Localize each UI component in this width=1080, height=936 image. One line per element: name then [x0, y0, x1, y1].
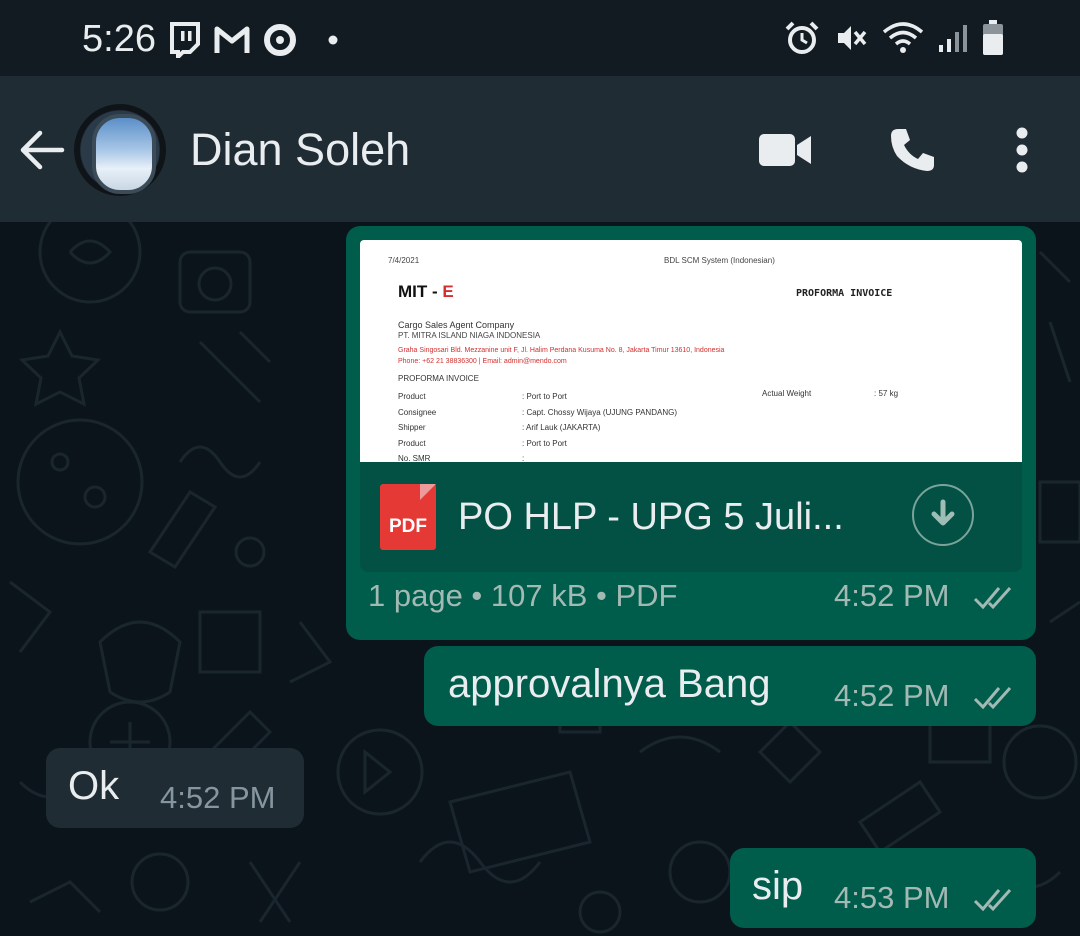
- message-bubble-incoming[interactable]: Ok 4:52 PM: [46, 748, 304, 828]
- voice-call-icon[interactable]: [884, 120, 940, 180]
- back-arrow-icon[interactable]: [18, 128, 66, 172]
- dot-icon: [328, 35, 338, 45]
- preview-labels: Product Consignee Shipper Product No. SM…: [398, 392, 437, 462]
- more-options-icon[interactable]: [1008, 120, 1036, 180]
- wifi-icon: [882, 22, 924, 54]
- video-call-icon[interactable]: [756, 120, 814, 180]
- preview-logo: MIT - E: [398, 282, 454, 301]
- preview-system: BDL SCM System (Indonesian): [664, 256, 775, 265]
- message-text: Ok: [68, 764, 120, 808]
- pdf-file-icon: PDF: [380, 484, 436, 550]
- status-time: 5:26: [82, 18, 156, 60]
- chat-header: Dian Soleh: [0, 76, 1080, 222]
- signal-icon: [938, 23, 968, 53]
- twitch-icon: [168, 22, 202, 58]
- message-bubble-document[interactable]: 7/4/2021 BDL SCM System (Indonesian) MIT…: [346, 226, 1036, 640]
- alarm-icon: [784, 20, 820, 56]
- message-text: sip: [752, 864, 804, 908]
- document-preview[interactable]: 7/4/2021 BDL SCM System (Indonesian) MIT…: [360, 240, 1022, 462]
- battery-icon: [982, 20, 1004, 56]
- message-time: 4:52 PM: [834, 678, 950, 713]
- gmail-icon: [214, 25, 250, 55]
- contact-name[interactable]: Dian Soleh: [190, 124, 410, 176]
- document-file-row[interactable]: PDF PO HLP - UPG 5 Juli...: [360, 462, 1022, 572]
- message-time: 4:53 PM: [834, 880, 950, 915]
- preview-values: : Port to Port : Capt. Chossy Wijaya (UJ…: [522, 392, 677, 462]
- vibrate-mute-icon: [834, 21, 868, 55]
- preview-weight-label: Actual Weight: [762, 389, 812, 398]
- preview-contact: Phone: +62 21 38836300 | Email: admin@me…: [398, 358, 567, 365]
- preview-date: 7/4/2021: [388, 256, 420, 265]
- message-bubble-outgoing[interactable]: sip 4:53 PM: [730, 848, 1036, 928]
- target-app-icon: [262, 22, 298, 58]
- preview-company: Cargo Sales Agent Company: [398, 320, 515, 330]
- preview-company-legal: PT. MITRA ISLAND NIAGA INDONESIA: [398, 331, 541, 340]
- status-bar: 5:26: [0, 0, 1080, 76]
- message-time: 4:52 PM: [834, 578, 950, 613]
- file-name: PO HLP - UPG 5 Juli...: [458, 496, 844, 538]
- download-icon[interactable]: [912, 484, 974, 546]
- preview-title: PROFORMA INVOICE: [796, 288, 893, 299]
- read-receipt-icon: [972, 584, 1016, 617]
- message-bubble-outgoing[interactable]: approvalnya Bang 4:52 PM: [424, 646, 1036, 726]
- avatar[interactable]: [74, 104, 166, 196]
- preview-weight-value: : 57 kg: [874, 389, 899, 398]
- read-receipt-icon: [972, 684, 1016, 717]
- read-receipt-icon: [972, 886, 1016, 919]
- chat-area[interactable]: 7/4/2021 BDL SCM System (Indonesian) MIT…: [0, 222, 1080, 936]
- message-time: 4:52 PM: [160, 780, 276, 815]
- message-text: approvalnya Bang: [448, 662, 771, 706]
- preview-address: Graha Singosari Bld. Mezzanine unit F, J…: [398, 347, 725, 354]
- document-meta: 1 page • 107 kB • PDF: [368, 578, 678, 613]
- preview-section: PROFORMA INVOICE: [398, 374, 479, 383]
